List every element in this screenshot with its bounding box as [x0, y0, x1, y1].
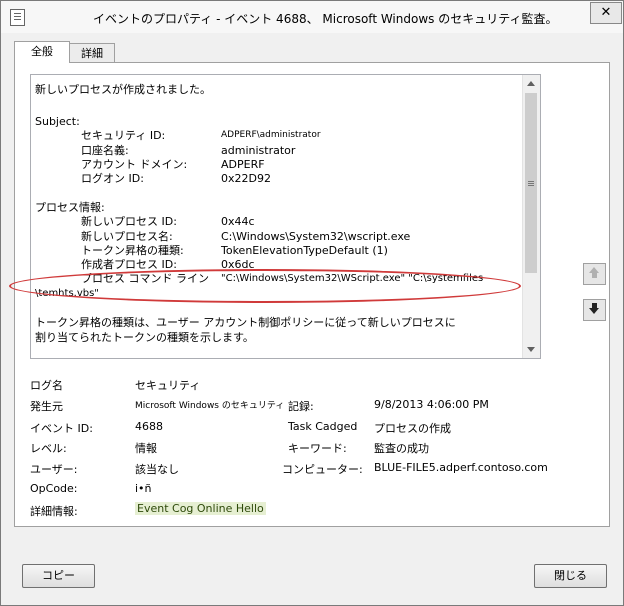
subject-value: 0x22D92	[221, 172, 271, 185]
event-properties-window: イベントのプロパティ - イベント 4688、 Microsoft Window…	[0, 0, 624, 606]
task-category-label: Task Cadged	[288, 420, 358, 433]
process-header: プロセス情報:	[35, 201, 105, 214]
logged-value: 9/8/2013 4:06:00 PM	[374, 398, 489, 411]
process-value: C:\Windows\System32\wscript.exe	[221, 230, 411, 243]
subject-label: ログオン ID:	[81, 172, 144, 185]
user-value: 該当なし	[135, 463, 179, 476]
note-line-1: トークン昇格の種類は、ユーザー アカウント制御ポリシーに従って新しいプロセスに	[35, 316, 456, 329]
tab-general[interactable]: 全般	[14, 41, 70, 63]
event-id-label: イベント ID:	[30, 422, 93, 435]
process-label: トークン昇格の種類:	[81, 244, 184, 257]
subject-label: アカウント ドメイン:	[81, 158, 188, 171]
close-icon: ✕	[600, 5, 612, 20]
arrow-down-icon	[589, 308, 599, 314]
scroll-down-icon[interactable]	[527, 347, 535, 352]
opcode-label: OpCode:	[30, 482, 78, 495]
event-id-value: 4688	[135, 420, 163, 433]
grip-icon	[528, 181, 534, 182]
computer-label: コンピューター:	[282, 463, 363, 476]
level-label: レベル:	[30, 442, 67, 455]
highlight-oval	[9, 269, 521, 303]
user-label: ユーザー:	[30, 463, 78, 476]
log-name-value: セキュリティ	[135, 379, 201, 392]
subject-label: セキュリティ ID:	[81, 129, 166, 142]
keywords-value: 監査の成功	[374, 442, 429, 455]
more-info-link[interactable]: Event Cog Online Hello	[135, 502, 266, 515]
subject-header: Subject:	[35, 115, 80, 128]
opcode-value: i•ñ	[135, 482, 152, 495]
level-value: 情報	[135, 442, 157, 455]
task-category-value: プロセスの作成	[374, 422, 451, 435]
process-label: 新しいプロセス名:	[81, 230, 173, 243]
process-value: 0x44c	[221, 215, 255, 228]
previous-event-button[interactable]	[583, 263, 606, 285]
window-title: イベントのプロパティ - イベント 4688、 Microsoft Window…	[93, 12, 558, 26]
scrollbar-thumb[interactable]	[525, 93, 537, 273]
process-label: 新しいプロセス ID:	[81, 215, 177, 228]
copy-button[interactable]: コピー	[22, 564, 95, 588]
window-close-button[interactable]: ✕	[590, 2, 622, 24]
subject-value: ADPERF\administrator	[221, 130, 321, 140]
subject-label: 口座名義:	[81, 144, 129, 157]
close-button[interactable]: 閉じる	[534, 564, 607, 588]
logged-label: 記録:	[288, 400, 314, 413]
arrow-up-stem	[592, 273, 597, 278]
subject-value: ADPERF	[221, 158, 265, 171]
subject-value: administrator	[221, 144, 296, 157]
note-line-2: 割り当てられたトークンの種類を示します。	[35, 331, 254, 344]
more-info-label: 詳細情報:	[30, 505, 78, 518]
event-viewer-icon	[10, 9, 25, 26]
log-name-label: ログ名	[30, 379, 63, 392]
title-bar[interactable]: イベントのプロパティ - イベント 4688、 Microsoft Window…	[1, 1, 623, 33]
scroll-up-icon[interactable]	[527, 81, 535, 86]
source-label: 発生元	[30, 400, 63, 413]
computer-value: BLUE-FILE5.adperf.contoso.com	[374, 461, 548, 474]
description-scrollbar[interactable]	[522, 75, 540, 358]
process-value: TokenElevationTypeDefault (1)	[221, 244, 388, 257]
keywords-label: キーワード:	[288, 442, 347, 455]
event-description-box[interactable]: 新しいプロセスが作成されました。 Subject: セキュリティ ID: ADP…	[30, 74, 541, 359]
tab-details[interactable]: 詳細	[69, 43, 115, 64]
next-event-button[interactable]	[583, 299, 606, 321]
description-intro: 新しいプロセスが作成されました。	[35, 83, 211, 96]
source-value: Microsoft Windows のセキュリティ	[135, 401, 285, 411]
